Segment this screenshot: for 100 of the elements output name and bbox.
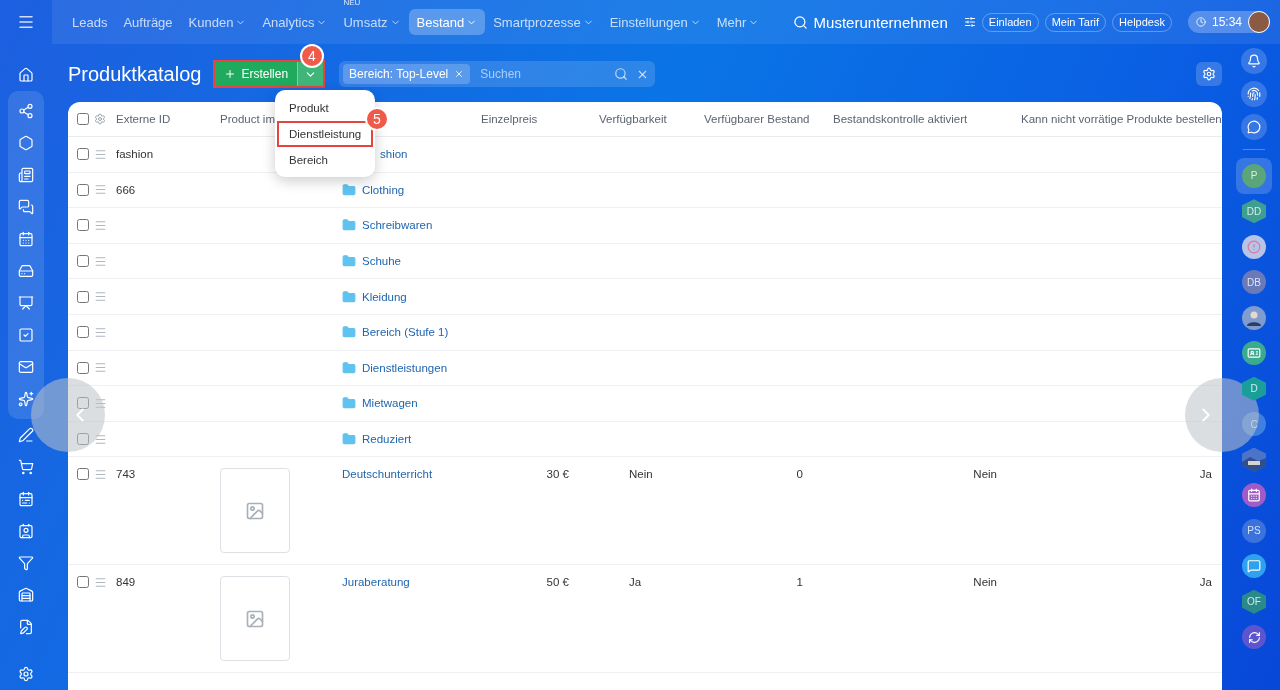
user-avatar[interactable] (1248, 11, 1270, 33)
nav-tab[interactable]: Analytics (254, 9, 336, 35)
backorder-text: Ja (1199, 576, 1212, 589)
section-link[interactable]: Dienstleistungen (362, 361, 448, 374)
chat-icon (1247, 120, 1261, 134)
settings-icon[interactable] (94, 113, 106, 125)
product-link[interactable]: Juraberatung (342, 576, 410, 589)
filter-tag[interactable]: Bereich: Top-Level (343, 64, 471, 84)
initials-avatar[interactable]: PS (1242, 518, 1266, 543)
section-link[interactable]: Reduziert (362, 433, 412, 446)
price-text: 50 € (546, 576, 569, 589)
folder-icon (342, 396, 356, 411)
person-avatar[interactable] (1242, 305, 1266, 330)
contact-card-icon[interactable] (1242, 341, 1266, 366)
company-name: Musterunternehmen (813, 13, 948, 31)
section-link[interactable]: Schreibwaren (362, 219, 433, 232)
plus-icon (224, 68, 237, 80)
nav-tab[interactable]: Smartprozesse (485, 9, 602, 35)
nav-tab[interactable]: Mehr (708, 9, 768, 35)
menu-item[interactable]: Produkt (277, 95, 341, 121)
initials-avatar[interactable]: D (1242, 376, 1266, 401)
section-link[interactable]: Mietwagen (362, 397, 418, 410)
row-checkbox[interactable] (77, 468, 89, 481)
new-label: NEU (343, 0, 361, 7)
drag-handle-icon[interactable] (94, 468, 107, 482)
column-header[interactable]: Verfügbarer Bestand (704, 113, 810, 125)
folder-icon (342, 289, 356, 304)
row-checkbox[interactable] (77, 433, 89, 446)
row-checkbox[interactable] (77, 361, 89, 374)
refresh-icon[interactable] (1242, 625, 1266, 650)
drag-handle-icon[interactable] (94, 290, 107, 304)
page-title: Produktkatalog (68, 62, 202, 86)
fingerprint-icon (1247, 87, 1261, 101)
search-field[interactable]: Bereich: Top-Level Suchen (339, 61, 656, 87)
alert-icon[interactable] (1242, 234, 1266, 259)
column-header[interactable]: Product im (220, 113, 275, 125)
column-header[interactable]: Externe ID (116, 113, 171, 125)
row-checkbox[interactable] (77, 255, 89, 268)
folder-icon (342, 254, 356, 269)
column-header[interactable]: Verfügbarkeit (599, 113, 667, 125)
section-link[interactable]: Clothing (362, 183, 405, 196)
chat-icon[interactable] (1242, 554, 1266, 579)
section-link[interactable]: shion (380, 148, 408, 161)
row-checkbox[interactable] (77, 290, 89, 303)
nav-tab[interactable]: Bestand (408, 9, 486, 35)
column-header[interactable]: Kann nicht vorrätige Produkte bestellen (1021, 113, 1222, 125)
external-id: 666 (116, 183, 136, 196)
notification-button[interactable] (1241, 48, 1267, 74)
search-icon[interactable] (792, 14, 808, 30)
image-icon (245, 500, 265, 521)
column-header[interactable]: Einzelpreis (481, 113, 538, 125)
nav-tab[interactable]: Kunden (180, 9, 255, 35)
folder-icon (342, 360, 356, 375)
row-checkbox[interactable] (77, 397, 89, 410)
section-link[interactable]: Bereich (Stufe 1) (362, 326, 449, 339)
sliders-icon[interactable] (963, 16, 976, 28)
column-header[interactable]: Bestandskontrolle aktiviert (833, 113, 968, 125)
drag-handle-icon[interactable] (94, 396, 107, 410)
initials-avatar[interactable]: P (1242, 163, 1266, 188)
nav-tab[interactable]: Leads (64, 9, 116, 35)
price-text: 30 € (546, 468, 569, 481)
calendar-icon[interactable] (1242, 483, 1266, 508)
close-icon[interactable] (454, 69, 465, 79)
initials-avatar[interactable]: DB (1242, 270, 1266, 295)
stock-text: 1 (796, 576, 803, 589)
search-icon[interactable] (614, 67, 629, 81)
chat-button[interactable] (1241, 114, 1267, 140)
row-checkbox[interactable] (77, 326, 89, 339)
drag-handle-icon[interactable] (94, 147, 107, 161)
drag-handle-icon[interactable] (94, 219, 107, 232)
row-checkbox[interactable] (77, 219, 89, 232)
availability-text: Ja (629, 576, 642, 589)
menu-item[interactable]: Bereich (277, 147, 340, 173)
time-pill[interactable]: 15:34 (1187, 11, 1270, 33)
row-checkbox[interactable] (77, 183, 89, 196)
settings-button[interactable] (1196, 62, 1222, 86)
folder-icon (342, 325, 356, 340)
backorder-text: Ja (1199, 468, 1212, 481)
drag-handle-icon[interactable] (94, 576, 107, 590)
menu-item[interactable]: Dienstleistung (277, 121, 373, 147)
external-id: 849 (116, 576, 136, 589)
nav-tab[interactable]: Aufträge (115, 9, 181, 35)
section-link[interactable]: Kleidung (362, 290, 407, 303)
fingerprint-button[interactable] (1241, 81, 1267, 107)
nav-tab[interactable]: Einstellungen (601, 9, 709, 35)
drag-handle-icon[interactable] (94, 432, 107, 446)
drag-handle-icon[interactable] (94, 361, 107, 375)
row-checkbox[interactable] (77, 148, 89, 161)
drag-handle-icon[interactable] (94, 325, 107, 339)
clock-icon (1195, 17, 1206, 27)
create-button[interactable]: Erstellen (215, 62, 298, 86)
product-link[interactable]: Deutschunterricht (342, 468, 433, 481)
external-id: fashion (116, 148, 154, 161)
select-all-checkbox[interactable] (77, 113, 89, 125)
drag-handle-icon[interactable] (94, 183, 107, 197)
row-checkbox[interactable] (77, 576, 89, 589)
drag-handle-icon[interactable] (94, 254, 107, 268)
section-link[interactable]: Schuhe (362, 255, 401, 268)
initials-avatar[interactable]: OF (1242, 589, 1266, 614)
initials-avatar[interactable]: DD (1242, 199, 1266, 224)
